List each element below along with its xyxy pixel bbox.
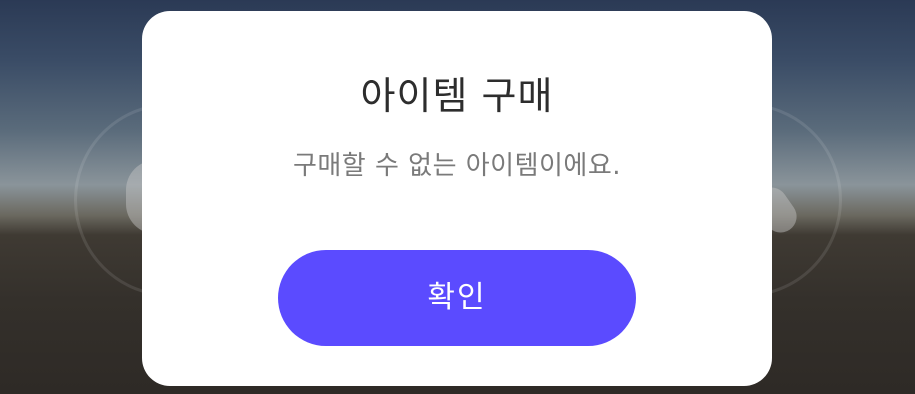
game-background: 아이템 구매 구매할 수 없는 아이템이에요. 확인 [0, 0, 915, 394]
confirm-button[interactable]: 확인 [278, 250, 636, 346]
purchase-dialog: 아이템 구매 구매할 수 없는 아이템이에요. 확인 [142, 11, 772, 386]
dialog-title: 아이템 구매 [360, 74, 554, 118]
dialog-message: 구매할 수 없는 아이템이에요. [292, 151, 622, 181]
